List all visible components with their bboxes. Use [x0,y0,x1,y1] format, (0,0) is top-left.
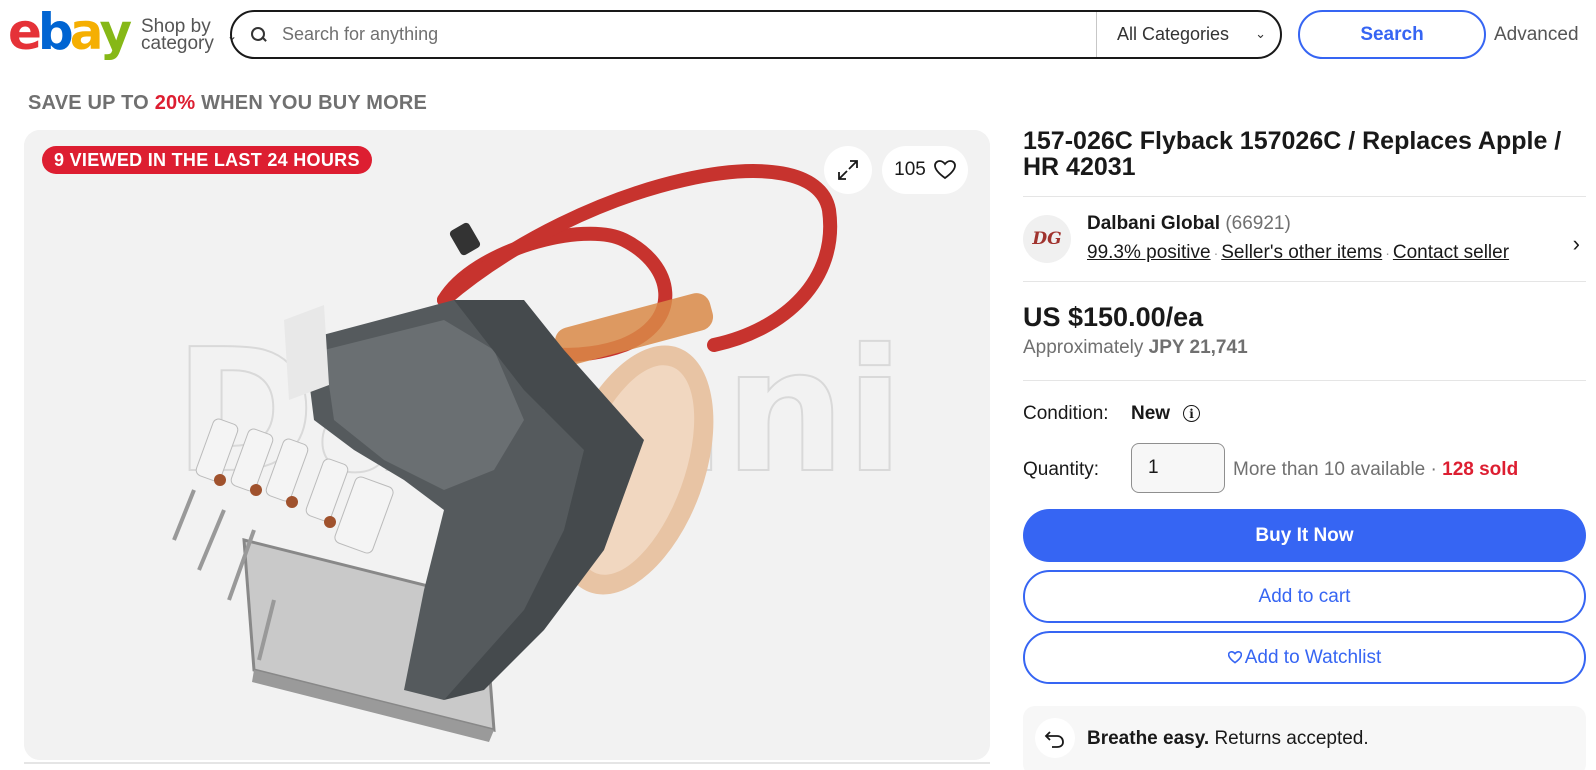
chevron-down-icon: ⌄ [1255,26,1266,41]
add-to-cart-button[interactable]: Add to cart [1023,570,1586,623]
gallery-divider [24,762,990,764]
search-button[interactable]: Search [1298,10,1486,59]
search-icon [250,26,268,44]
seller-other-items-link[interactable]: Seller's other items [1221,242,1382,263]
quantity-row: Quantity: More than 10 available · 128 s… [1023,435,1586,497]
promo-percent: 20% [154,92,196,114]
seller-positive-link[interactable]: 99.3% positive [1087,242,1211,263]
product-details-panel: 157-026C Flyback 157026C / Replaces Appl… [1023,128,1586,770]
search-bar: All Categories ⌄ [230,10,1282,59]
product-title: 157-026C Flyback 157026C / Replaces Appl… [1023,127,1562,181]
logo-letter-a: a [69,3,104,61]
condition-row: Condition: New i [1023,381,1586,435]
approx-value: JPY 21,741 [1148,337,1248,358]
availability: More than 10 available · 128 sold [1233,459,1519,480]
search-input[interactable] [268,12,1096,57]
advanced-search-link[interactable]: Advanced [1494,24,1579,46]
seller-card[interactable]: DG Dalbani Global (66921) 99.3% positive… [1023,197,1586,281]
expand-image-button[interactable] [824,146,872,194]
returns-detail: Returns accepted. [1209,728,1369,749]
seller-links: 99.3% positive · Seller's other items · Cont… [1087,242,1509,264]
seller-avatar-initials: DG [1032,229,1062,249]
returns-bold: Breathe easy. [1087,728,1210,749]
chevron-right-icon[interactable]: › [1573,231,1580,257]
separator-dot: · [1213,245,1219,261]
shop-by-line2: category [141,33,214,54]
condition-value: New [1131,403,1171,424]
approx-label: Approximately [1023,337,1149,358]
sold-count: 128 sold [1442,459,1519,480]
expand-icon [838,160,858,180]
promo-prefix: SAVE UP TO [28,92,155,114]
heart-icon [933,160,956,180]
seller-avatar[interactable]: DG [1023,215,1071,263]
contact-seller-link[interactable]: Contact seller [1393,242,1509,263]
quantity-input[interactable] [1131,443,1225,493]
add-to-watchlist-button[interactable]: Add to Watchlist [1023,631,1586,684]
watch-count-value: 105 [894,159,926,180]
quantity-label: Quantity: [1023,459,1100,480]
promo-banner: SAVE UP TO 20% WHEN YOU BUY MORE [28,92,427,115]
watchers-button[interactable]: 105 [882,146,968,194]
seller-name-line: Dalbani Global (66921) [1087,213,1291,235]
return-arrow-icon [1035,718,1075,758]
approx-price: Approximately JPY 21,741 [1023,337,1586,359]
product-image-panel[interactable]: Dalbani 9 VIEWED IN THE LAST [24,130,990,760]
category-select-label: All Categories [1117,24,1230,44]
product-photo: Dalbani [24,130,990,760]
returns-text: Breathe easy. Returns accepted. [1087,728,1369,750]
logo-letter-y: y [99,3,132,61]
availability-text: More than 10 available [1233,459,1426,480]
seller-name[interactable]: Dalbani Global [1087,213,1220,234]
logo-letter-e: e [8,3,42,61]
price: US $150.00/ea [1023,302,1204,332]
separator-dot: · [1385,245,1390,261]
condition-label: Condition: [1023,403,1109,424]
heart-icon [1227,651,1242,664]
price-block: US $150.00/ea Approximately JPY 21,741 [1023,282,1586,380]
viewed-badge: 9 VIEWED IN THE LAST 24 HOURS [42,146,372,174]
info-icon[interactable]: i [1183,405,1200,422]
seller-feedback-count: (66921) [1225,213,1291,234]
logo-letter-b: b [37,3,74,61]
shop-by-category-button[interactable]: Shop by category ⌄ [141,17,237,54]
promo-suffix: WHEN YOU BUY MORE [195,92,428,114]
category-select[interactable]: All Categories ⌄ [1096,12,1280,57]
ebay-logo[interactable]: ebay [8,3,132,61]
add-to-watchlist-label: Add to Watchlist [1244,646,1382,668]
returns-banner: Breathe easy. Returns accepted. [1023,706,1586,770]
buy-it-now-button[interactable]: Buy It Now [1023,509,1586,562]
